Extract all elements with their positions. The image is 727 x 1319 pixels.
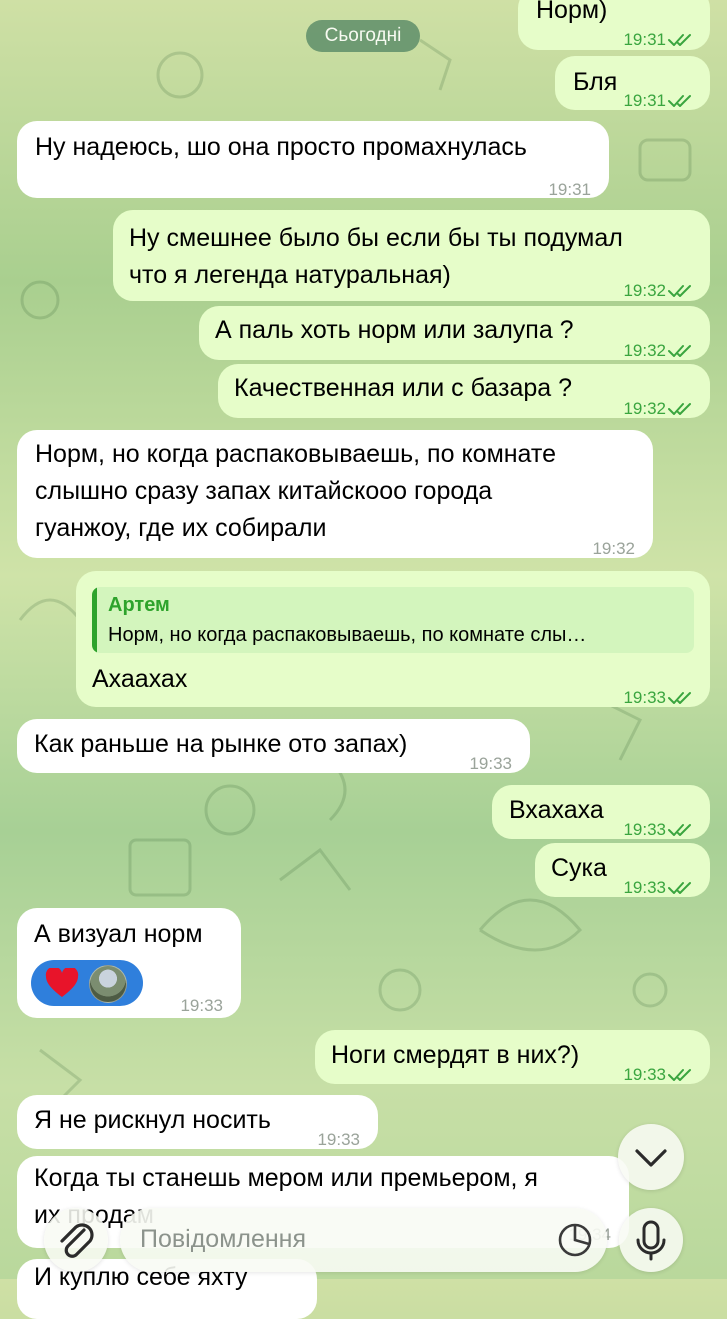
outgoing-message[interactable]: Бля 19:31 bbox=[555, 56, 710, 110]
message-meta: 19:32 bbox=[623, 272, 694, 309]
attach-button[interactable] bbox=[44, 1208, 108, 1272]
message-time: 19:33 bbox=[623, 688, 666, 707]
message-text: Я не рискнул носить bbox=[34, 1106, 271, 1134]
incoming-message[interactable]: А визуал норм 19:33 bbox=[17, 908, 241, 1018]
message-time: 19:31 bbox=[548, 180, 591, 199]
message-text: Ноги смердят в них?) bbox=[331, 1041, 580, 1069]
outgoing-message[interactable]: Ноги смердят в них?) 19:33 bbox=[315, 1030, 710, 1084]
message-meta: 19:32 bbox=[592, 530, 635, 567]
message-time: 19:32 bbox=[623, 399, 666, 418]
message-text: А паль хоть норм или залупа ? bbox=[215, 316, 574, 344]
message-time: 19:33 bbox=[317, 1130, 360, 1149]
read-checkmarks-icon bbox=[668, 881, 691, 894]
read-checkmarks-icon bbox=[668, 284, 691, 297]
outgoing-message[interactable]: Сука 19:33 bbox=[535, 843, 710, 897]
read-checkmarks-icon bbox=[668, 1068, 691, 1081]
incoming-message[interactable]: Норм, но когда распаковываешь, по комнат… bbox=[17, 430, 653, 558]
message-meta: 19:33 bbox=[623, 1056, 694, 1093]
message-meta: 19:33 bbox=[623, 869, 694, 906]
message-text: Норм, но когда распаковываешь, по комнат… bbox=[35, 440, 556, 542]
outgoing-message[interactable]: Артем Норм, но когда распаковываешь, по к… bbox=[76, 571, 710, 707]
sticker-icon[interactable] bbox=[555, 1220, 595, 1260]
message-time: 19:33 bbox=[623, 878, 666, 897]
outgoing-message[interactable]: Вхахаха 19:33 bbox=[492, 785, 710, 839]
message-meta: 19:33 bbox=[180, 987, 223, 1024]
message-meta: 19:31 bbox=[623, 82, 694, 119]
incoming-message[interactable]: Ну надеюсь, шо она просто промахнулась 19… bbox=[17, 121, 609, 199]
reply-accent-bar bbox=[92, 587, 97, 653]
heart-icon bbox=[45, 968, 79, 997]
message-text: Как раньше на рынке ото запах) bbox=[34, 730, 408, 758]
reply-text: Норм, но когда распаковываешь, по комнат… bbox=[108, 624, 587, 646]
read-checkmarks-icon bbox=[668, 344, 691, 357]
message-text: А визуал норм bbox=[34, 920, 203, 948]
message-time: 19:32 bbox=[623, 281, 666, 300]
message-text: Бля bbox=[573, 68, 618, 96]
read-checkmarks-icon bbox=[668, 402, 691, 415]
reaction-chip[interactable] bbox=[31, 960, 143, 1006]
message-text: Ну надеюсь, шо она просто промахнулась bbox=[35, 133, 527, 161]
read-checkmarks-icon bbox=[668, 33, 691, 46]
incoming-message[interactable]: Как раньше на рынке ото запах) 19:33 bbox=[17, 719, 530, 773]
message-meta: 19:31 bbox=[548, 171, 591, 208]
reply-quote[interactable]: Артем Норм, но когда распаковываешь, по к… bbox=[92, 587, 694, 653]
message-text: Сука bbox=[551, 854, 607, 882]
message-meta: 19:33 bbox=[317, 1121, 360, 1158]
outgoing-message[interactable]: Качественная или с базара ? 19:32 bbox=[218, 364, 710, 418]
message-meta: 19:33 bbox=[469, 745, 512, 782]
read-checkmarks-icon bbox=[668, 823, 691, 836]
message-time: 19:31 bbox=[623, 30, 666, 49]
message-time: 19:32 bbox=[592, 539, 635, 558]
message-input[interactable]: Повідомлення bbox=[120, 1208, 607, 1272]
message-time: 19:31 bbox=[623, 91, 666, 110]
reply-author: Артем bbox=[108, 594, 170, 616]
outgoing-message[interactable]: А паль хоть норм или залупа ? 19:32 bbox=[199, 306, 710, 360]
voice-record-button[interactable] bbox=[619, 1208, 683, 1272]
reactor-avatar bbox=[89, 965, 127, 1003]
message-text: Ну смешнее было бы если бы ты подумал чт… bbox=[129, 224, 623, 289]
outgoing-message[interactable]: Норм) 19:31 bbox=[518, 0, 710, 50]
message-meta: 19:31 bbox=[623, 21, 694, 58]
outgoing-message[interactable]: Ну смешнее было бы если бы ты подумал чт… bbox=[113, 210, 710, 301]
incoming-message[interactable]: Я не рискнул носить 19:33 bbox=[17, 1095, 378, 1149]
chevron-down-icon bbox=[635, 1149, 667, 1167]
message-input-placeholder: Повідомлення bbox=[140, 1225, 307, 1253]
scroll-down-button[interactable] bbox=[618, 1124, 684, 1190]
paperclip-icon bbox=[60, 1223, 94, 1258]
message-text: Качественная или с базара ? bbox=[234, 374, 573, 402]
read-checkmarks-icon bbox=[668, 94, 691, 107]
message-time: 19:33 bbox=[469, 754, 512, 773]
message-text: Норм) bbox=[536, 0, 608, 24]
microphone-icon bbox=[636, 1220, 666, 1261]
message-meta: 19:33 bbox=[623, 679, 694, 716]
message-meta: 19:32 bbox=[623, 390, 694, 427]
message-text: Ахаахах bbox=[92, 665, 188, 693]
read-checkmarks-icon bbox=[668, 691, 691, 704]
message-time: 19:33 bbox=[623, 1065, 666, 1084]
message-text: Вхахаха bbox=[509, 796, 604, 824]
date-separator: Сьогодні bbox=[306, 20, 420, 52]
message-time: 19:33 bbox=[180, 996, 223, 1015]
